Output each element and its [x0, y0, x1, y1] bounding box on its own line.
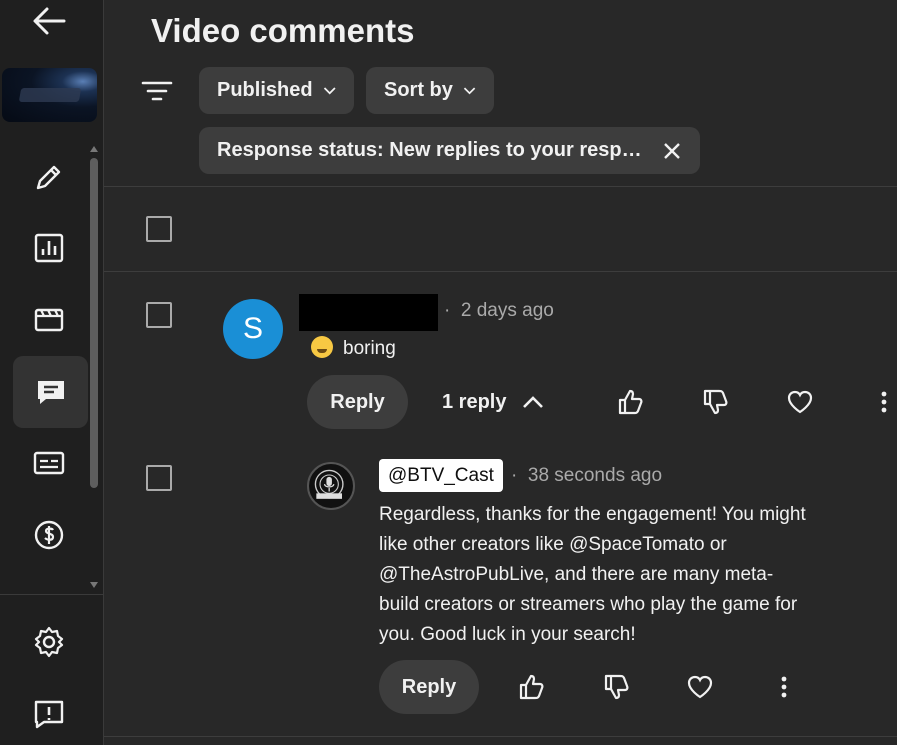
- dollar-icon[interactable]: [22, 508, 76, 562]
- feedback-icon[interactable]: [22, 687, 76, 741]
- sidebar: [0, 0, 104, 745]
- comment-timestamp[interactable]: · 2 days ago: [444, 300, 554, 322]
- chevron-down-icon: [323, 86, 336, 95]
- response-status-chip[interactable]: Response status: New replies to your res…: [199, 127, 700, 174]
- reply-button[interactable]: Reply: [307, 375, 408, 429]
- published-filter-chip[interactable]: Published: [199, 67, 354, 114]
- gear-icon[interactable]: [22, 615, 76, 669]
- reply-text: Regardless, thanks for the engagement! Y…: [379, 504, 806, 645]
- reply-time: 38 seconds ago: [527, 465, 663, 486]
- select-all-checkbox[interactable]: [146, 216, 172, 242]
- comment-time: 2 days ago: [460, 300, 554, 321]
- sidebar-scrollbar[interactable]: [89, 146, 99, 591]
- clapperboard-icon[interactable]: [22, 292, 76, 346]
- sort-by-label: Sort by: [384, 79, 453, 101]
- reply-button[interactable]: Reply: [379, 660, 479, 714]
- filter-icon[interactable]: [140, 74, 174, 108]
- reply-timestamp[interactable]: · 38 seconds ago: [511, 465, 662, 487]
- comment-icon[interactable]: [13, 356, 88, 428]
- heart-icon[interactable]: [780, 382, 820, 422]
- chevron-down-icon: [463, 86, 476, 94]
- list-divider: [104, 271, 897, 272]
- pencil-icon[interactable]: [22, 150, 76, 204]
- redacted-author: [299, 294, 438, 331]
- comment-checkbox[interactable]: [146, 302, 172, 328]
- comment-body: boring: [343, 338, 396, 359]
- analytics-icon[interactable]: [22, 221, 76, 275]
- more-options-icon[interactable]: [864, 382, 897, 422]
- avatar[interactable]: S: [223, 299, 283, 359]
- sleeping-face-emoji-icon: [311, 336, 333, 358]
- avatar[interactable]: [307, 462, 355, 510]
- like-icon[interactable]: [512, 667, 552, 707]
- sort-by-chip[interactable]: Sort by: [366, 67, 494, 114]
- published-label: Published: [217, 79, 313, 101]
- more-options-icon[interactable]: [764, 667, 804, 707]
- video-thumbnail[interactable]: [2, 68, 97, 122]
- sidebar-divider: [0, 594, 103, 595]
- header-divider: [104, 186, 897, 187]
- main-panel: Video comments Published Sort by Respons…: [104, 0, 897, 745]
- response-status-label: Response status: New replies to your res…: [217, 139, 647, 161]
- dislike-icon[interactable]: [597, 667, 637, 707]
- like-icon[interactable]: [611, 382, 651, 422]
- chevron-up-icon: [523, 396, 544, 408]
- heart-icon[interactable]: [680, 667, 720, 707]
- list-divider: [104, 736, 897, 737]
- reply-checkbox[interactable]: [146, 465, 172, 491]
- replies-toggle[interactable]: 1 reply: [442, 384, 544, 420]
- page-title: Video comments: [151, 12, 415, 49]
- subtitles-icon[interactable]: [22, 436, 76, 490]
- replies-count: 1 reply: [442, 390, 507, 413]
- comment-text: boring: [311, 336, 396, 360]
- dislike-icon[interactable]: [696, 382, 736, 422]
- back-arrow-icon[interactable]: [32, 6, 66, 36]
- reply-author-handle[interactable]: @BTV_Cast: [379, 459, 503, 492]
- close-icon[interactable]: [662, 141, 682, 161]
